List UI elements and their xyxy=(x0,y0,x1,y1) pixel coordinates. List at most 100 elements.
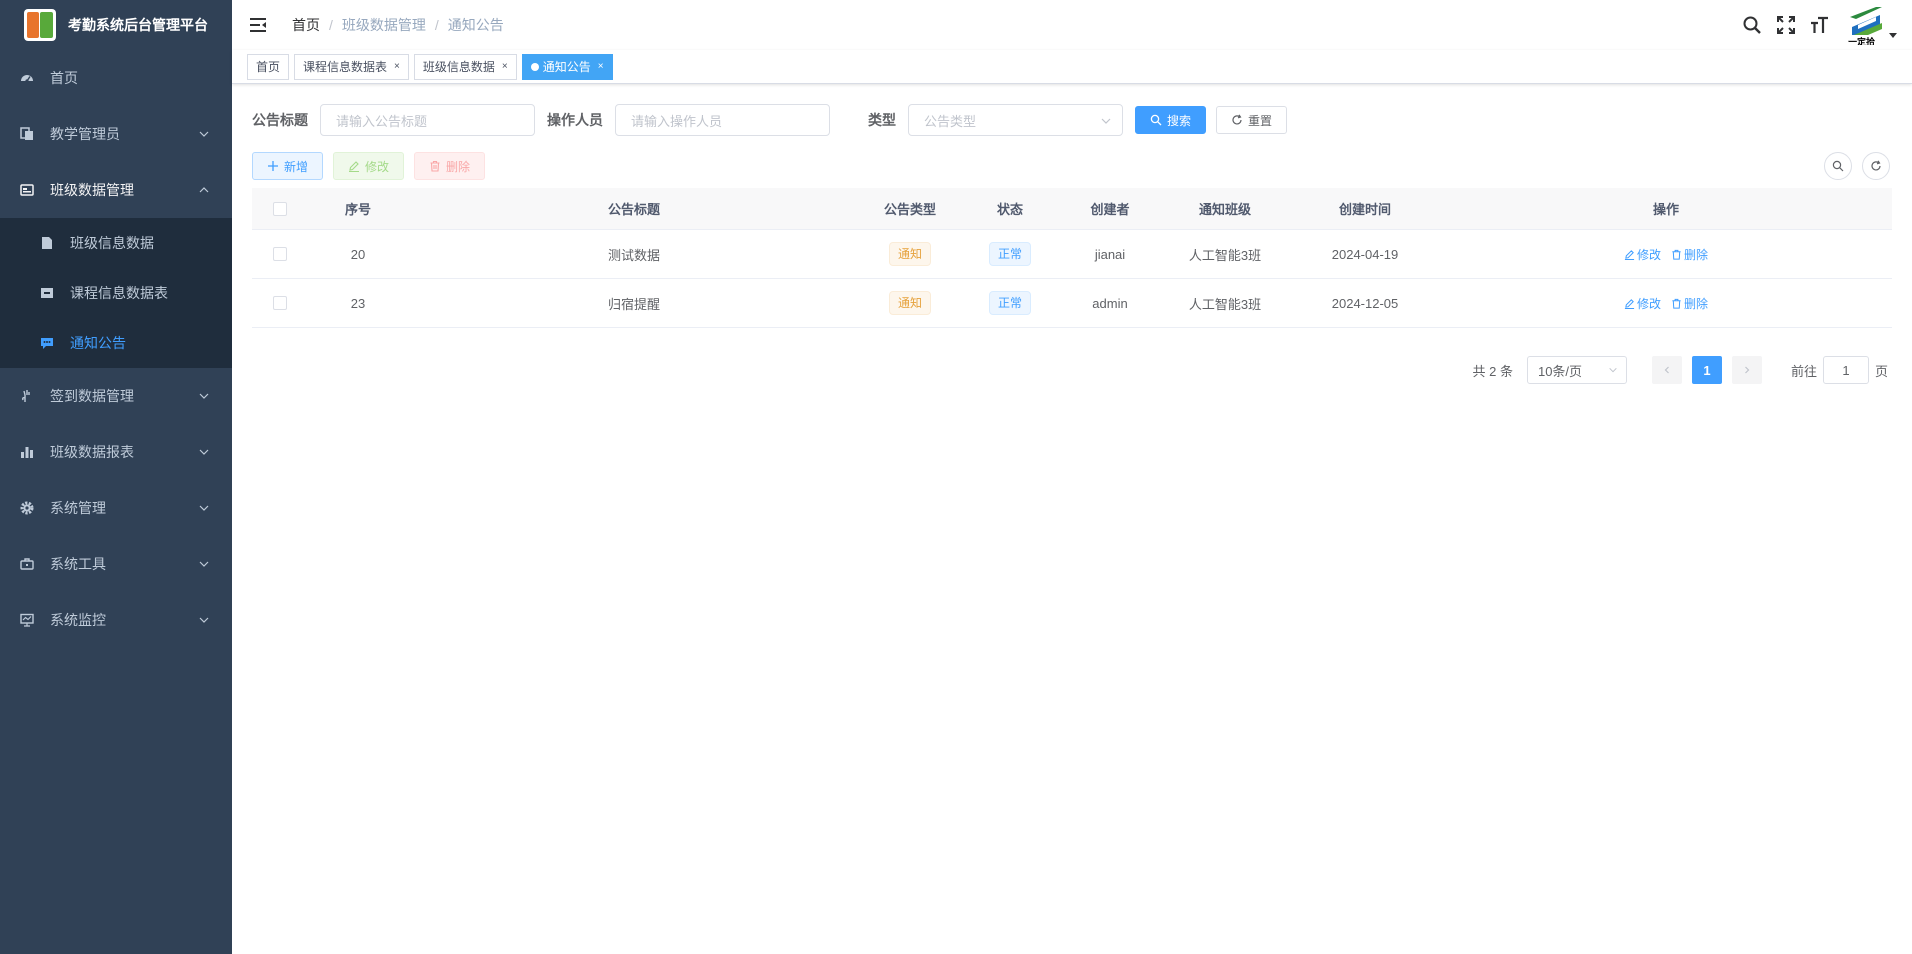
page-size-value: 10条/页 xyxy=(1537,363,1583,379)
sidebar-item-label: 班级数据管理 xyxy=(50,182,134,198)
edit-button[interactable]: 修改 xyxy=(333,152,405,180)
sidebar-item-checkin-data[interactable]: 签到数据管理 xyxy=(0,368,232,424)
column-header: 通知班级 xyxy=(1198,202,1251,217)
breadcrumb-notice: 通知公告 xyxy=(447,17,504,33)
status-badge: 正常 xyxy=(988,291,1031,315)
row-checkbox[interactable] xyxy=(273,247,287,261)
toggle-search-button[interactable] xyxy=(1824,152,1852,180)
search-icon[interactable] xyxy=(1742,15,1762,35)
logo-area[interactable]: 考勤系统后台管理平台 xyxy=(0,0,232,50)
avatar-text: 一定拾 xyxy=(1848,35,1876,45)
sidebar-item-label: 班级数据报表 xyxy=(50,444,134,460)
chevron-down-icon xyxy=(199,449,209,455)
sidebar-item-class-data[interactable]: 班级数据管理 xyxy=(0,162,232,218)
cell-class: 人工智能3班 xyxy=(1188,296,1262,312)
sidebar-item-course-info[interactable]: 课程信息数据表 xyxy=(0,268,232,318)
id-card-icon xyxy=(20,183,34,197)
monitor-icon xyxy=(20,613,34,627)
caret-down-icon[interactable] xyxy=(1888,30,1898,40)
table-row: 20 测试数据 通知 正常 jianai 人工智能3班 2024-04-19 修… xyxy=(252,230,1892,279)
plus-icon xyxy=(267,160,279,172)
search-icon xyxy=(1150,114,1162,126)
tag-label: 课程信息数据表 xyxy=(303,59,388,74)
refresh-table-button[interactable] xyxy=(1862,152,1890,180)
close-icon[interactable]: × xyxy=(598,55,604,79)
cell-time: 2024-04-19 xyxy=(1331,246,1399,262)
sidebar-item-teaching-admin[interactable]: 教学管理员 xyxy=(0,106,232,162)
close-icon[interactable]: × xyxy=(502,55,508,79)
add-button[interactable]: 新增 xyxy=(252,152,324,180)
page-number-current[interactable]: 1 xyxy=(1691,356,1722,384)
search-button[interactable]: 搜索 xyxy=(1135,106,1207,134)
goto-page-input[interactable]: 1 xyxy=(1822,356,1869,384)
reset-button[interactable]: 重置 xyxy=(1216,106,1288,134)
edit-icon xyxy=(348,160,360,172)
row-delete-link[interactable]: 删除 xyxy=(1671,295,1708,312)
operator-label: 操作人员 xyxy=(547,112,603,128)
chevron-down-icon xyxy=(199,505,209,511)
edit-icon xyxy=(1624,249,1635,260)
edit-icon xyxy=(1624,298,1635,309)
close-icon[interactable]: × xyxy=(394,55,400,79)
next-page-button[interactable] xyxy=(1731,356,1762,384)
cell-operations: 修改 删除 xyxy=(1440,295,1892,312)
tag-course-info[interactable]: 课程信息数据表 × xyxy=(294,53,409,80)
row-checkbox[interactable] xyxy=(273,296,287,310)
type-select[interactable]: 公告类型 xyxy=(908,104,1123,136)
avatar[interactable]: 一定拾 xyxy=(1846,5,1886,45)
sidebar-item-label: 系统工具 xyxy=(50,556,106,572)
delete-button[interactable]: 删除 xyxy=(414,152,486,180)
toolbox-icon xyxy=(20,557,34,571)
sidebar-item-label: 首页 xyxy=(50,70,78,86)
prev-page-button[interactable] xyxy=(1651,356,1682,384)
sidebar-item-system-tools[interactable]: 系统工具 xyxy=(0,536,232,592)
tag-home[interactable]: 首页 xyxy=(247,53,290,80)
tag-notice[interactable]: 通知公告 × xyxy=(521,53,613,80)
sidebar-item-system-manage[interactable]: 系统管理 xyxy=(0,480,232,536)
tag-class-info[interactable]: 班级信息数据 × xyxy=(413,53,517,80)
chevron-down-icon xyxy=(199,393,209,399)
main-area: 首页 / 班级数据管理 / 通知公告 一定拾 首页 课程信息数据表 × 班级信息… xyxy=(232,0,1912,954)
sidebar-item-notice[interactable]: 通知公告 xyxy=(0,318,232,368)
row-delete-label: 删除 xyxy=(1684,247,1709,262)
documents-icon xyxy=(20,127,34,141)
column-header: 操作 xyxy=(1652,202,1679,217)
title-input[interactable]: 请输入公告标题 xyxy=(320,104,535,136)
select-all-checkbox[interactable] xyxy=(273,201,287,216)
sidebar-item-system-monitor[interactable]: 系统监控 xyxy=(0,592,232,648)
hamburger-icon[interactable] xyxy=(248,15,268,35)
bar-chart-icon xyxy=(20,445,34,459)
sidebar-item-label: 系统监控 xyxy=(50,612,106,628)
app-root: 考勤系统后台管理平台 首页 教学管理员 班级数据管理 班级信息数据 课程信息数据… xyxy=(0,0,1912,954)
sidebar-item-home[interactable]: 首页 xyxy=(0,50,232,106)
sidebar-item-class-info[interactable]: 班级信息数据 xyxy=(0,218,232,268)
active-dot-icon xyxy=(530,62,539,71)
chevron-down-icon xyxy=(1101,118,1111,124)
operator-input[interactable]: 请输入操作人员 xyxy=(615,104,830,136)
row-edit-link[interactable]: 修改 xyxy=(1624,246,1661,263)
add-button-label: 新增 xyxy=(284,159,309,174)
class-data-submenu: 班级信息数据 课程信息数据表 通知公告 xyxy=(0,218,232,368)
breadcrumb-home[interactable]: 首页 xyxy=(292,15,320,35)
sidebar-item-class-report[interactable]: 班级数据报表 xyxy=(0,424,232,480)
title-placeholder: 请输入公告标题 xyxy=(336,113,428,129)
row-delete-link[interactable]: 删除 xyxy=(1671,246,1708,263)
font-size-icon[interactable] xyxy=(1810,15,1830,35)
tag-label: 班级信息数据 xyxy=(422,59,495,74)
cell-id: 20 xyxy=(350,246,366,262)
sidebar-item-label: 系统管理 xyxy=(50,500,106,516)
table-row: 23 归宿提醒 通知 正常 admin 人工智能3班 2024-12-05 修改 xyxy=(252,279,1892,328)
title-label: 公告标题 xyxy=(252,112,308,128)
page-size-select[interactable]: 10条/页 xyxy=(1526,356,1627,384)
search-button-label: 搜索 xyxy=(1167,113,1192,128)
delete-button-label: 删除 xyxy=(446,159,471,174)
fullscreen-icon[interactable] xyxy=(1776,15,1796,35)
search-icon xyxy=(1832,160,1844,172)
app-logo xyxy=(24,9,56,41)
cell-time: 2024-12-05 xyxy=(1331,295,1399,311)
cell-creator: admin xyxy=(1092,295,1128,311)
refresh-icon xyxy=(1871,160,1881,171)
gear-icon xyxy=(20,501,34,515)
cell-creator: jianai xyxy=(1094,246,1126,262)
row-edit-link[interactable]: 修改 xyxy=(1624,295,1661,312)
